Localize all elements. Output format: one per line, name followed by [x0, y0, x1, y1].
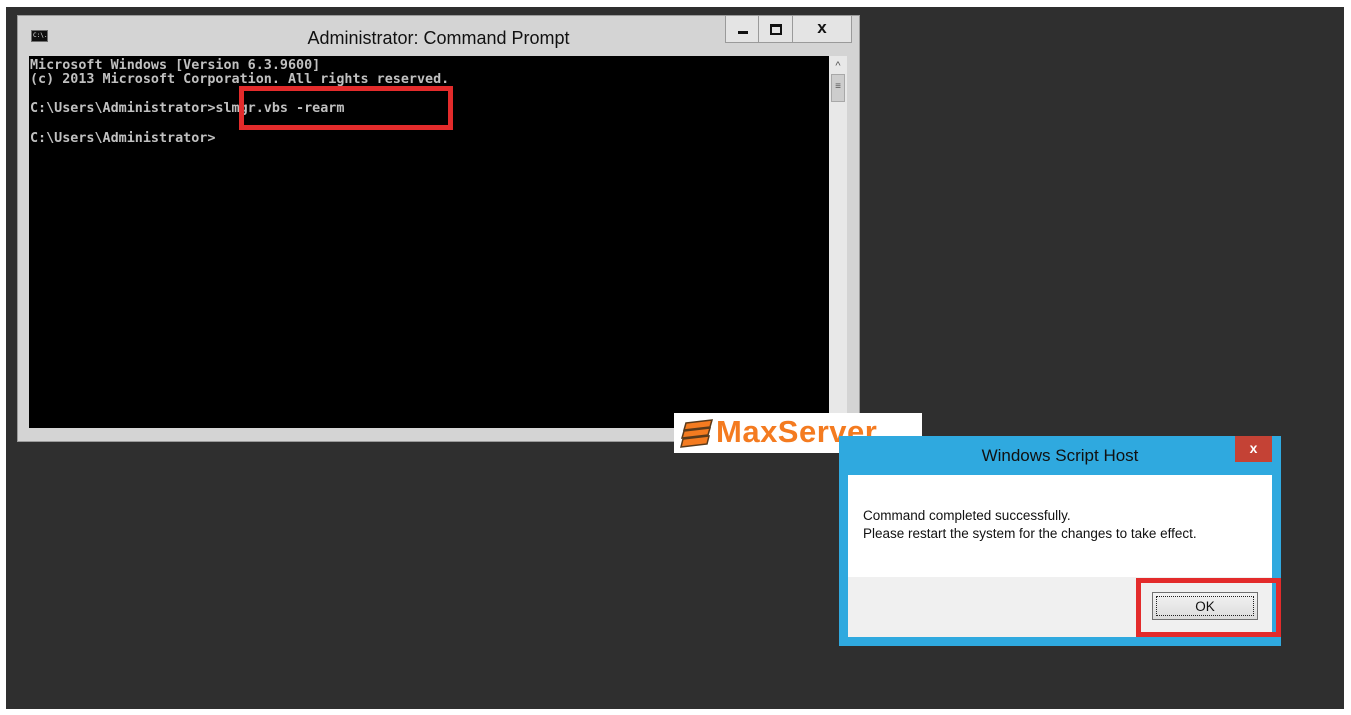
- minimize-icon: [738, 31, 748, 34]
- scrollbar-thumb[interactable]: ≡: [831, 74, 845, 102]
- dialog-close-button[interactable]: x: [1235, 436, 1272, 462]
- command-prompt-window[interactable]: C:\. Administrator: Command Prompt x Mic…: [17, 15, 860, 442]
- dialog-message-line: Please restart the system for the change…: [863, 526, 1197, 541]
- dialog-title: Windows Script Host: [981, 446, 1139, 465]
- dialog-message-line: Command completed successfully.: [863, 508, 1071, 523]
- close-icon: x: [817, 18, 827, 37]
- console-line: (c) 2013 Microsoft Corporation. All righ…: [30, 72, 450, 87]
- close-icon: x: [1249, 440, 1258, 456]
- console-line: Microsoft Windows [Version 6.3.9600]: [30, 58, 321, 73]
- maximize-icon: [770, 24, 782, 35]
- scroll-up-arrow-icon[interactable]: ^: [829, 56, 847, 74]
- command-highlight-box: [239, 86, 453, 130]
- minimize-button[interactable]: [725, 16, 759, 43]
- ok-highlight-box: [1136, 578, 1281, 637]
- console-prompt-line: C:\Users\Administrator>: [30, 131, 216, 146]
- maximize-button[interactable]: [759, 16, 793, 43]
- dialog-message-area: Command completed successfully. Please r…: [848, 475, 1272, 577]
- server-stack-icon: [680, 419, 714, 448]
- vertical-scrollbar[interactable]: ^ ≡: [829, 56, 847, 428]
- close-button[interactable]: x: [793, 16, 852, 43]
